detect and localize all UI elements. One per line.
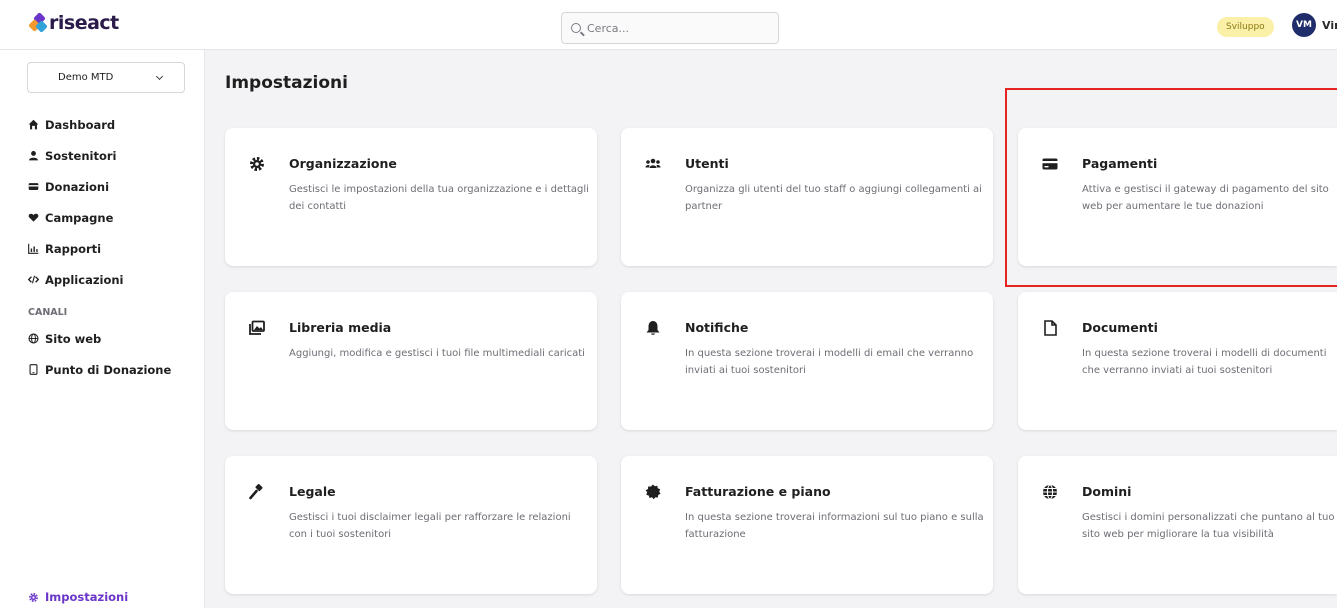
card-title: Notifiche <box>685 320 749 335</box>
chevron-down-icon <box>155 72 164 81</box>
card-description: In questa sezione troverai i modelli di … <box>1082 348 1327 376</box>
organization-select[interactable]: Demo MTD <box>27 62 185 93</box>
globe-icon <box>28 333 39 344</box>
sidebar-item-label: Rapporti <box>45 241 102 256</box>
card-description: Gestisci i tuoi disclaimer legali per ra… <box>289 512 571 540</box>
logo-text: riseact <box>49 12 119 34</box>
settings-card-utenti[interactable]: Utenti Organizza gli utenti del tuo staf… <box>621 128 993 266</box>
sidebar-item-label: Sito web <box>45 331 102 346</box>
badge-icon <box>645 484 661 500</box>
environment-badge: Sviluppo <box>1217 17 1274 37</box>
sidebar: Demo MTD Dashboard Sostenitori Donazioni… <box>0 50 205 608</box>
images-icon <box>249 320 265 335</box>
sidebar-item-rapporti[interactable]: Rapporti <box>28 233 124 264</box>
card-description: Gestisci le impostazioni della tua organ… <box>289 184 589 212</box>
card-title: Legale <box>289 484 336 499</box>
sidebar-item-dashboard[interactable]: Dashboard <box>28 109 124 140</box>
sidebar-item-label: Campagne <box>45 210 114 225</box>
sidebar-item-applicazioni[interactable]: Applicazioni <box>28 264 124 295</box>
page-title: Impostazioni <box>225 73 348 93</box>
sidebar-channels: Sito web Punto di Donazione <box>28 323 171 385</box>
bell-icon <box>646 321 660 335</box>
code-icon <box>28 275 39 284</box>
card-description: In questa sezione troverai informazioni … <box>685 512 984 540</box>
users-icon <box>645 158 661 168</box>
card-title: Documenti <box>1082 320 1158 335</box>
credit-card-icon <box>28 183 39 190</box>
section-label-canali: CANALI <box>28 307 68 318</box>
card-title: Domini <box>1082 484 1132 499</box>
sidebar-item-donazioni[interactable]: Donazioni <box>28 171 124 202</box>
sidebar-item-label: Applicazioni <box>45 272 124 287</box>
document-icon <box>1044 320 1057 336</box>
card-description: Organizza gli utenti del tuo staff o agg… <box>685 184 982 212</box>
settings-card-domini[interactable]: Domini Gestisci i domini personalizzati … <box>1018 456 1337 594</box>
search-icon <box>571 23 581 33</box>
sidebar-item-label: Punto di Donazione <box>45 362 172 377</box>
logo-mark-icon <box>28 12 48 33</box>
search-box[interactable] <box>561 12 779 44</box>
settings-card-libreria-media[interactable]: Libreria media Aggiungi, modifica e gest… <box>225 292 597 430</box>
card-title: Libreria media <box>289 320 392 335</box>
heart-icon <box>28 213 39 222</box>
card-title: Utenti <box>685 156 729 171</box>
sidebar-item-label: Dashboard <box>45 117 116 132</box>
sidebar-item-sito-web[interactable]: Sito web <box>28 323 171 354</box>
sidebar-item-label: Impostazioni <box>45 590 129 604</box>
sidebar-item-campagne[interactable]: Campagne <box>28 202 124 233</box>
organization-select-value: Demo MTD <box>58 72 114 83</box>
highlight-box <box>1005 88 1337 287</box>
settings-card-organizzazione[interactable]: Organizzazione Gestisci le impostazioni … <box>225 128 597 266</box>
user-avatar[interactable]: VM <box>1292 13 1316 37</box>
gear-icon <box>29 592 38 602</box>
top-header: riseact Sviluppo VM Vir <box>0 0 1337 50</box>
user-icon <box>29 151 38 161</box>
settings-card-notifiche[interactable]: Notifiche In questa sezione troverai i m… <box>621 292 993 430</box>
settings-card-legale[interactable]: Legale Gestisci i tuoi disclaimer legali… <box>225 456 597 594</box>
user-name[interactable]: Vir <box>1322 19 1337 32</box>
globe-icon <box>1043 484 1057 500</box>
sidebar-item-sostenitori[interactable]: Sostenitori <box>28 140 124 171</box>
settings-card-documenti[interactable]: Documenti In questa sezione troverai i m… <box>1018 292 1337 430</box>
gear-icon <box>249 156 265 172</box>
tablet-icon <box>29 364 38 375</box>
card-description: In questa sezione troverai i modelli di … <box>685 348 974 376</box>
card-description: Gestisci i domini personalizzati che pun… <box>1082 512 1335 540</box>
home-icon <box>28 119 39 130</box>
sidebar-item-label: Sostenitori <box>45 148 117 163</box>
sidebar-nav: Dashboard Sostenitori Donazioni Campagne… <box>28 109 124 295</box>
sidebar-item-punto-di-donazione[interactable]: Punto di Donazione <box>28 354 171 385</box>
card-title: Fatturazione e piano <box>685 484 831 499</box>
riseact-logo[interactable]: riseact <box>28 12 119 34</box>
chart-icon <box>28 243 39 254</box>
sidebar-item-impostazioni[interactable]: Impostazioni <box>28 590 128 604</box>
card-description: Aggiungi, modifica e gestisci i tuoi fil… <box>289 348 585 359</box>
gavel-icon <box>249 484 263 500</box>
settings-card-fatturazione-e-piano[interactable]: Fatturazione e piano In questa sezione t… <box>621 456 993 594</box>
card-title: Organizzazione <box>289 156 397 171</box>
sidebar-item-label: Donazioni <box>45 179 110 194</box>
search-input[interactable] <box>587 21 767 35</box>
